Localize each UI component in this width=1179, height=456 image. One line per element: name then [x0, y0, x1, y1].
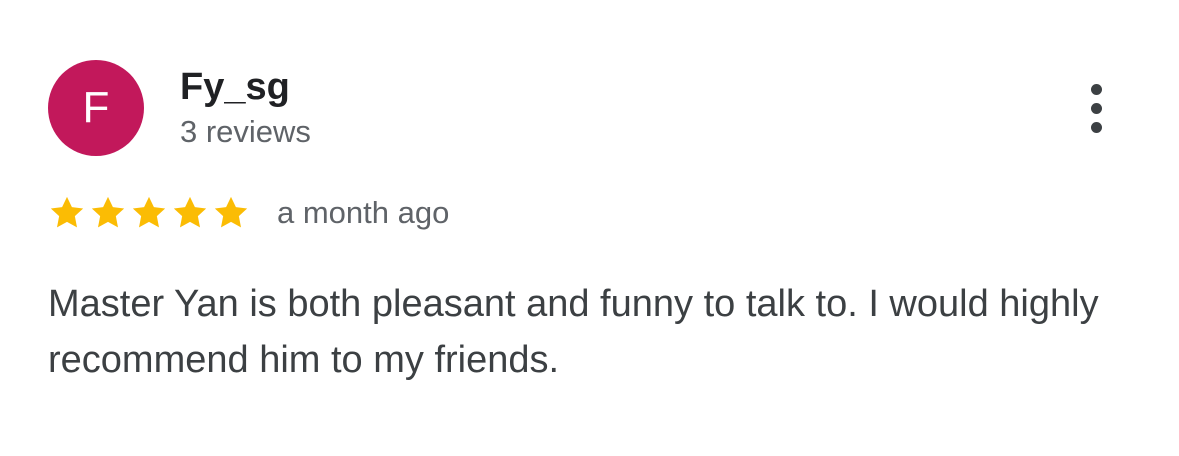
star-icon: [48, 194, 86, 232]
more-vert-icon: [1090, 80, 1102, 137]
avatar-letter: F: [82, 83, 110, 132]
menu-dot: [1090, 121, 1102, 133]
menu-dot: [1090, 83, 1102, 95]
star-icon: [130, 194, 168, 232]
review-card: F Fy_sg 3 reviews a month ago Master Yan…: [0, 0, 1179, 456]
rating-row: a month ago: [48, 190, 449, 236]
star-icon: [89, 194, 127, 232]
review-time: a month ago: [277, 195, 450, 230]
review-text: Master Yan is both pleasant and funny to…: [48, 283, 1099, 381]
star-rating: [48, 194, 253, 232]
star-icon: [171, 194, 209, 232]
reviewer-name[interactable]: Fy_sg: [180, 64, 290, 110]
star-icon: [212, 194, 250, 232]
review-count: 3 reviews: [180, 114, 311, 149]
more-options-button[interactable]: [1074, 76, 1118, 140]
menu-dot: [1090, 102, 1102, 114]
avatar[interactable]: F: [48, 60, 144, 156]
